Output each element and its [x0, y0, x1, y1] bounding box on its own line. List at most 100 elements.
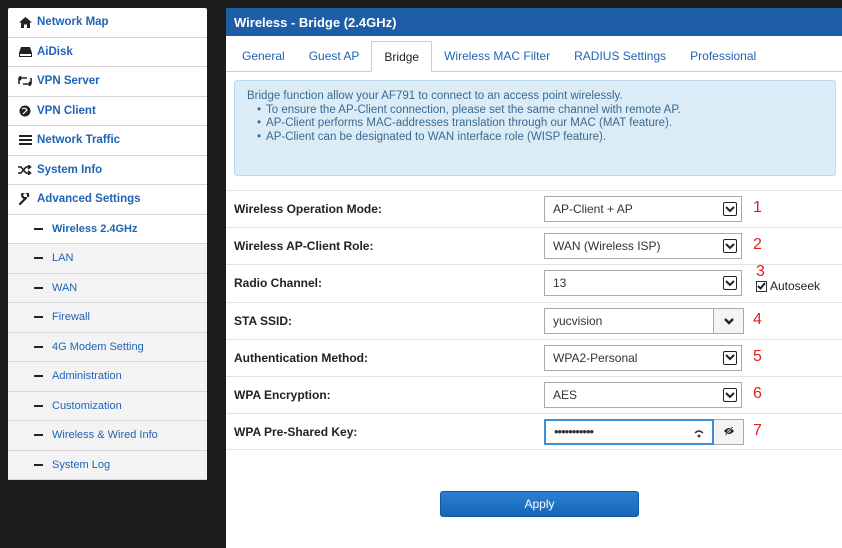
radio-channel-select[interactable]: 13 — [544, 270, 742, 297]
sidebar-subitem-label: LAN — [52, 252, 74, 265]
globe-icon — [18, 105, 32, 117]
tab-bar: General Guest AP Bridge Wireless MAC Fil… — [226, 36, 842, 72]
sidebar-subitem-firewall[interactable]: Firewall — [8, 303, 207, 333]
wifi-icon — [694, 427, 704, 441]
sidebar-subitem-label: Customization — [52, 399, 122, 412]
annotation-number: 2 — [753, 236, 762, 254]
sidebar-subitem-label: WAN — [52, 281, 78, 294]
auth-method-select[interactable]: WPA2-Personal — [544, 344, 742, 371]
sidebar-item-label: Network Map — [37, 16, 109, 29]
sidebar-item-label: AiDisk — [37, 45, 73, 58]
psk-value: ••••••••••• — [554, 424, 594, 440]
tab-general[interactable]: General — [230, 41, 297, 71]
client-role-label: Wireless AP-Client Role: — [234, 239, 374, 254]
form-row-sta-ssid: STA SSID: yucvision 4 — [226, 301, 842, 339]
info-bullet: To ensure the AP-Client connection, plea… — [257, 104, 825, 118]
sidebar-item-vpn-client[interactable]: VPN Client — [8, 97, 207, 126]
auth-method-label: Authentication Method: — [234, 350, 368, 365]
dash-icon — [34, 257, 43, 260]
sta-ssid-label: STA SSID: — [234, 313, 293, 328]
dash-icon — [34, 463, 43, 466]
sidebar-item-system-info[interactable]: System Info — [8, 156, 207, 185]
disk-icon — [18, 46, 32, 58]
list-icon — [18, 134, 32, 146]
sidebar-subitem-label: System Log — [52, 458, 111, 471]
sidebar-subitem-label: Firewall — [52, 311, 90, 324]
tab-radius-settings[interactable]: RADIUS Settings — [562, 41, 678, 71]
dash-icon — [34, 286, 43, 289]
info-bullets: To ensure the AP-Client connection, plea… — [247, 104, 825, 145]
sidebar-subitem-label: Administration — [52, 370, 122, 383]
psk-input[interactable]: ••••••••••• — [544, 418, 714, 445]
sidebar-subitem-lan[interactable]: LAN — [8, 244, 207, 274]
sidebar-item-aidisk[interactable]: AiDisk — [8, 38, 207, 67]
sidebar-subitem-label: Wireless 2.4GHz — [52, 222, 138, 235]
tab-guest-ap[interactable]: Guest AP — [297, 41, 372, 71]
sidebar-subitem-label: Wireless & Wired Info — [52, 429, 158, 442]
ssid-dropdown-button[interactable] — [714, 307, 744, 334]
annotation-number: 1 — [753, 199, 762, 216]
form-row-wpa-encryption: WPA Encryption: AES 6 — [226, 375, 842, 413]
apply-button[interactable]: Apply — [440, 491, 639, 517]
info-bullet: AP-Client performs MAC-addresses transla… — [257, 117, 825, 131]
autoseek-label: Autoseek — [770, 279, 821, 294]
eye-slash-icon — [723, 425, 735, 439]
dash-icon — [34, 316, 43, 319]
sidebar-subitem-customization[interactable]: Customization — [8, 391, 207, 421]
shuffle-icon — [18, 164, 32, 176]
show-password-button[interactable] — [714, 418, 744, 445]
sidebar-item-advanced-settings[interactable]: Advanced Settings — [8, 185, 207, 215]
sidebar-subitem-label: 4G Modem Setting — [52, 340, 144, 353]
wpa-encryption-select[interactable]: AES — [544, 382, 742, 409]
dash-icon — [34, 345, 43, 348]
chevron-down-icon — [723, 239, 737, 254]
sidebar-subitem-wan[interactable]: WAN — [8, 273, 207, 303]
chevron-down-icon — [723, 276, 737, 291]
sidebar-subitem-administration[interactable]: Administration — [8, 362, 207, 392]
autoseek-toggle[interactable]: Autoseek — [756, 279, 820, 293]
dash-icon — [34, 404, 43, 407]
sidebar-item-label: VPN Client — [37, 104, 96, 117]
sidebar-subitem-4g-modem[interactable]: 4G Modem Setting — [8, 332, 207, 362]
page-title: Wireless - Bridge (2.4GHz) — [226, 8, 842, 36]
home-icon — [18, 16, 32, 28]
chevron-down-icon — [723, 202, 737, 217]
wrench-icon — [18, 193, 32, 206]
tab-professional[interactable]: Professional — [678, 41, 768, 71]
operation-mode-label: Wireless Operation Mode: — [234, 202, 382, 217]
annotation-number: 4 — [753, 310, 762, 328]
form-row-radio-channel: Radio Channel: 13 3 Autoseek — [226, 263, 842, 301]
chevron-down-icon — [723, 314, 734, 328]
sidebar-item-vpn-server[interactable]: VPN Server — [8, 67, 207, 97]
form-row-psk: WPA Pre-Shared Key: ••••••••••• 7 — [226, 413, 842, 451]
sidebar-item-network-map[interactable]: Network Map — [8, 8, 207, 38]
info-intro: Bridge function allow your AF791 to conn… — [247, 90, 623, 102]
autoseek-checkbox[interactable] — [756, 280, 767, 292]
dash-icon — [34, 227, 43, 230]
sidebar-item-network-traffic[interactable]: Network Traffic — [8, 126, 207, 156]
operation-mode-select[interactable]: AP-Client + AP — [544, 196, 742, 223]
tab-bridge[interactable]: Bridge — [371, 41, 433, 72]
chevron-down-icon — [723, 350, 737, 365]
form-row-operation-mode: Wireless Operation Mode: AP-Client + AP … — [226, 190, 842, 227]
radio-channel-value: 13 — [553, 276, 567, 291]
sidebar-subitem-system-log[interactable]: System Log — [8, 450, 207, 480]
wpa-encryption-value: AES — [553, 388, 578, 403]
client-role-select[interactable]: WAN (Wireless ISP) — [544, 233, 742, 260]
chevron-down-icon — [723, 388, 737, 403]
sidebar-item-label: Advanced Settings — [37, 193, 141, 206]
sta-ssid-value: yucvision — [553, 313, 603, 328]
dash-icon — [34, 434, 43, 437]
sta-ssid-input[interactable]: yucvision — [544, 307, 714, 334]
sidebar-item-label: Network Traffic — [37, 134, 121, 147]
form-row-client-role: Wireless AP-Client Role: WAN (Wireless I… — [226, 227, 842, 264]
main-panel: Wireless - Bridge (2.4GHz) General Guest… — [226, 8, 842, 548]
radio-channel-label: Radio Channel: — [234, 276, 323, 291]
sidebar: Network Map AiDisk VPN Server VPN Client… — [8, 8, 207, 480]
bridge-form: Wireless Operation Mode: AP-Client + AP … — [226, 190, 842, 451]
tab-wireless-mac-filter[interactable]: Wireless MAC Filter — [432, 41, 562, 71]
sidebar-subitem-wireless-wired-info[interactable]: Wireless & Wired Info — [8, 421, 207, 451]
operation-mode-value: AP-Client + AP — [553, 202, 633, 217]
sidebar-subitem-wireless-2-4ghz[interactable]: Wireless 2.4GHz — [8, 214, 207, 244]
info-box: Bridge function allow your AF791 to conn… — [234, 80, 836, 176]
